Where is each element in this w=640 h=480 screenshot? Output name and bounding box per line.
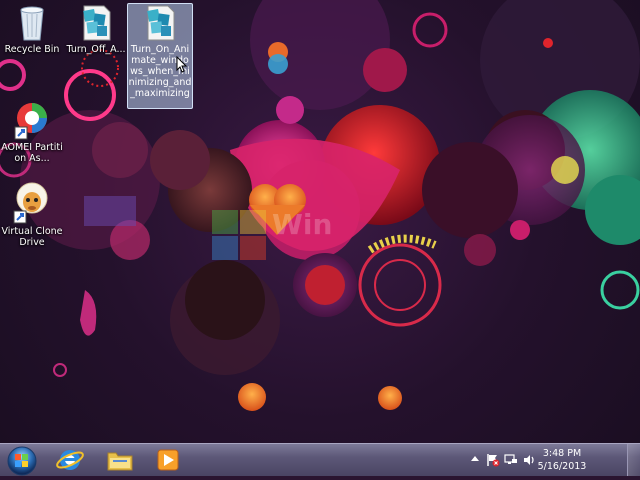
action-center-flag-icon[interactable]	[486, 453, 500, 467]
registry-file-icon	[83, 5, 111, 41]
wallpaper-watermark: Win	[272, 208, 333, 241]
internet-explorer-icon	[56, 450, 84, 470]
show-desktop-button[interactable]	[627, 444, 640, 476]
taskbar: 3:48 PM 5/16/2013	[0, 443, 640, 476]
recycle-bin-icon	[20, 6, 44, 41]
virtual-clonedrive-sheep-icon	[13, 182, 48, 224]
start-button[interactable]	[2, 445, 42, 476]
folder-icon	[107, 452, 133, 471]
registry-file-icon	[147, 5, 175, 41]
desktop-icon-virtual-clonedrive[interactable]: Virtual CloneDrive	[0, 182, 64, 248]
mouse-cursor-icon	[176, 56, 188, 73]
desktop-icon-label: AOMEI Partition As...	[1, 142, 63, 164]
desktop-icon-label: Recycle Bin	[4, 44, 60, 55]
desktop-icon-label: Virtual CloneDrive	[1, 226, 63, 248]
clock-date: 5/16/2013	[537, 461, 587, 472]
desktop-icon-label: Turn_Off_A...	[66, 44, 126, 55]
taskbar-windows-explorer-button[interactable]	[98, 445, 142, 475]
aomei-partition-icon	[14, 103, 47, 140]
taskbar-clock[interactable]: 3:48 PM 5/16/2013	[532, 447, 592, 473]
taskbar-media-player-button[interactable]	[146, 445, 190, 475]
network-icon[interactable]	[504, 453, 518, 467]
taskbar-internet-explorer-button[interactable]	[48, 445, 92, 475]
clock-time: 3:48 PM	[542, 448, 582, 459]
desktop-icon-turn-on-animate[interactable]: Turn_On_Animate_windows_when_minimizing_…	[127, 3, 193, 109]
media-player-icon	[157, 449, 179, 471]
desktop-icon-aomei[interactable]: AOMEI Partition As...	[0, 100, 64, 164]
desktop-icon-recycle-bin[interactable]: Recycle Bin	[0, 4, 64, 55]
show-hidden-icons-arrow[interactable]	[470, 453, 480, 465]
desktop-icon-turn-off-animate[interactable]: Turn_Off_A...	[64, 4, 128, 55]
desktop[interactable]: Win Recycle Bin Turn_Off_A... Turn_On_An…	[0, 0, 640, 443]
windows-start-orb-icon	[7, 446, 37, 476]
